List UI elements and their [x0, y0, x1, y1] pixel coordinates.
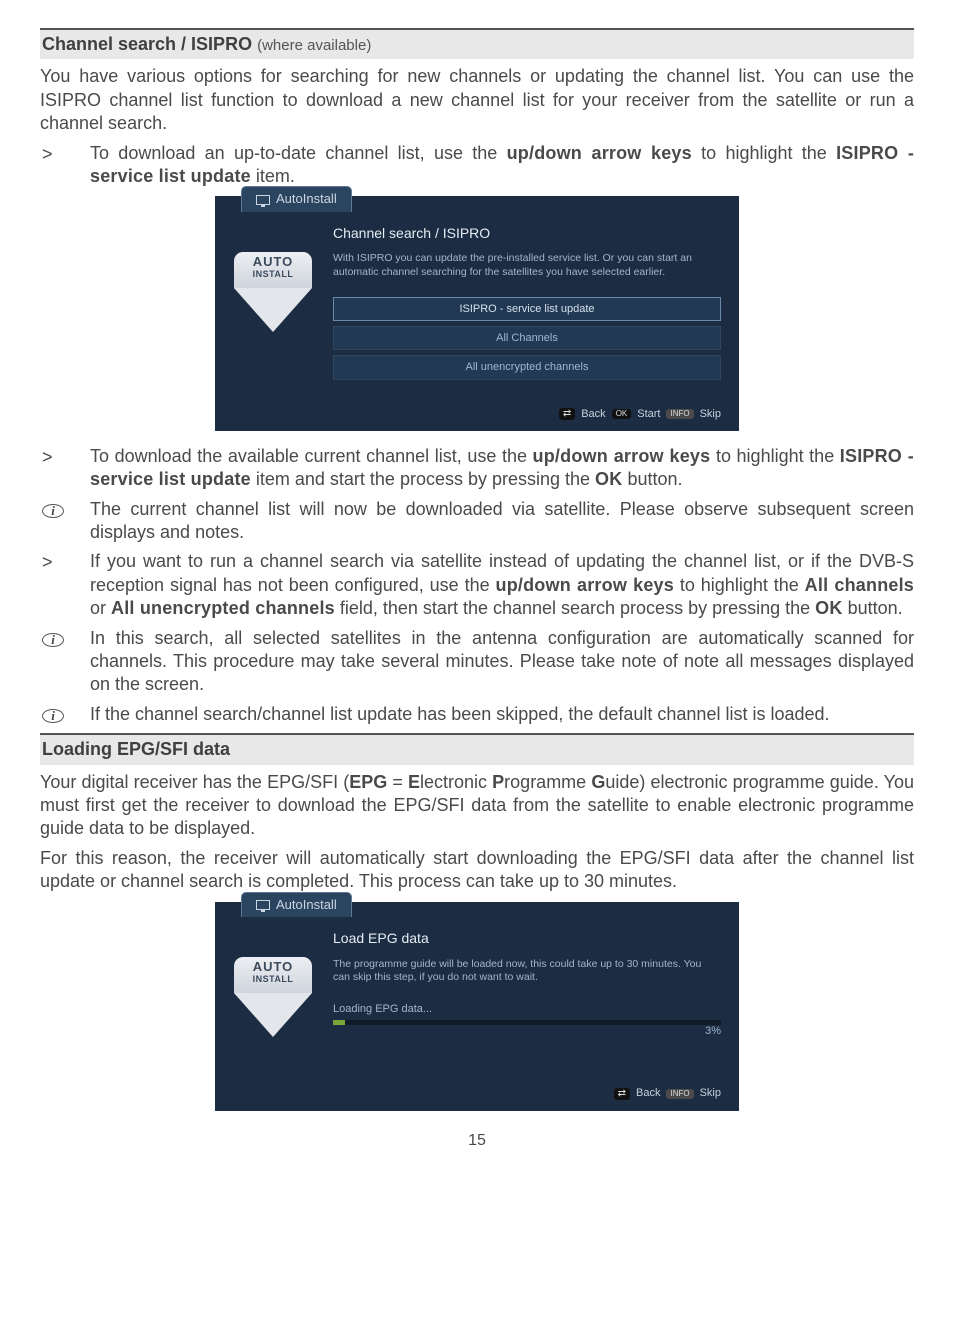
window-tab: AutoInstall: [241, 186, 352, 212]
info-note-3: If the channel search/channel list updat…: [40, 703, 914, 727]
footer-skip[interactable]: Skip: [700, 1086, 721, 1100]
info-chip: INFO: [666, 409, 693, 419]
panel-title: Channel search / ISIPRO: [333, 224, 721, 242]
badge-arrow-icon: [234, 288, 312, 332]
bold-text: All channels: [805, 575, 914, 595]
footer-skip[interactable]: Skip: [700, 407, 721, 421]
footer-back[interactable]: Back: [581, 407, 605, 421]
text: button.: [843, 598, 903, 618]
info-text: In this search, all selected satellites …: [90, 627, 914, 697]
info-text: The current channel list will now be dow…: [90, 498, 914, 545]
bold-text: OK: [815, 598, 842, 618]
epg-paragraph-1: Your digital receiver has the EPG/SFI (E…: [40, 771, 914, 841]
bold-text: P: [492, 772, 504, 792]
badge-line2: INSTALL: [234, 973, 312, 985]
text: to highlight the: [710, 446, 839, 466]
tab-label: AutoInstall: [276, 897, 337, 914]
progress-percent: 3%: [333, 1024, 721, 1038]
panel-description: With ISIPRO you can update the pre-insta…: [333, 252, 721, 278]
bold-text: EPG: [349, 772, 387, 792]
text: item and start the process by pressing t…: [251, 469, 595, 489]
bold-text: E: [408, 772, 420, 792]
section-heading-loading-epg: Loading EPG/SFI data: [40, 733, 914, 764]
info-text: If the channel search/channel list updat…: [90, 703, 914, 727]
intro-paragraph: You have various options for searching f…: [40, 65, 914, 135]
info-icon: [42, 709, 64, 723]
chevron-marker: >: [40, 445, 90, 492]
progress-fill: [333, 1020, 345, 1025]
step-download-available: > To download the available current chan…: [40, 445, 914, 492]
ok-chip: OK: [612, 409, 632, 419]
text: To download the available current channe…: [90, 446, 533, 466]
panel-title: Load EPG data: [333, 929, 721, 947]
bold-text: up/down arrow keys: [496, 575, 674, 595]
chevron-marker: >: [40, 142, 90, 189]
text: Your digital receiver has the EPG/SFI (: [40, 772, 349, 792]
auto-install-badge: AUTO INSTALL: [234, 957, 312, 1064]
tab-label: AutoInstall: [276, 191, 337, 208]
bold-text: up/down arrow keys: [533, 446, 711, 466]
info-icon: [42, 633, 64, 647]
bold-text: OK: [595, 469, 622, 489]
panel-description: The programme guide will be loaded now, …: [333, 958, 721, 984]
option-all-unencrypted[interactable]: All unencrypted channels: [333, 355, 721, 379]
option-isipro-update[interactable]: ISIPRO - service list update: [333, 297, 721, 321]
screenshot-load-epg: AutoInstall AUTO INSTALL Load EPG data T…: [40, 902, 914, 1111]
bold-text: All unencrypted channels: [111, 598, 335, 618]
info-note-2: In this search, all selected satellites …: [40, 627, 914, 697]
text: lectronic: [420, 772, 492, 792]
panel-footer: ⇄ Back INFO Skip: [215, 1082, 739, 1102]
heading-text: Channel search / ISIPRO: [42, 34, 252, 54]
text: or: [90, 598, 111, 618]
screenshot-channel-search: AutoInstall AUTO INSTALL Channel search …: [40, 196, 914, 431]
text: item.: [251, 166, 295, 186]
info-note-1: The current channel list will now be dow…: [40, 498, 914, 545]
info-chip: INFO: [666, 1089, 693, 1099]
option-all-channels[interactable]: All Channels: [333, 326, 721, 350]
section-heading-channel-search: Channel search / ISIPRO (where available…: [40, 28, 914, 59]
auto-install-badge: AUTO INSTALL: [234, 252, 312, 384]
text: button.: [622, 469, 682, 489]
loading-label: Loading EPG data...: [333, 1002, 721, 1016]
badge-line1: AUTO: [234, 255, 312, 268]
back-icon: ⇄: [614, 1088, 630, 1100]
window-tab: AutoInstall: [241, 892, 352, 918]
footer-back[interactable]: Back: [636, 1086, 660, 1100]
info-icon: [42, 504, 64, 518]
badge-line1: AUTO: [234, 960, 312, 973]
text: =: [387, 772, 408, 792]
monitor-icon: [256, 900, 270, 910]
page-number: 15: [40, 1131, 914, 1152]
back-icon: ⇄: [559, 408, 575, 420]
epg-paragraph-2: For this reason, the receiver will autom…: [40, 847, 914, 894]
monitor-icon: [256, 195, 270, 205]
heading-paren: (where available): [257, 37, 371, 54]
bold-text: up/down arrow keys: [507, 143, 692, 163]
badge-line2: INSTALL: [234, 268, 312, 280]
bold-text: G: [591, 772, 605, 792]
text: rogramme: [504, 772, 591, 792]
text: to highlight the: [692, 143, 836, 163]
progress-bar: [333, 1020, 721, 1025]
chevron-marker: >: [40, 550, 90, 620]
step-download-list: > To download an up-to-date channel list…: [40, 142, 914, 189]
text: to highlight the: [674, 575, 805, 595]
text: field, then start the channel search pro…: [335, 598, 815, 618]
step-channel-search: > If you want to run a channel search vi…: [40, 550, 914, 620]
footer-start[interactable]: Start: [637, 407, 660, 421]
panel-footer: ⇄ Back OK Start INFO Skip: [215, 403, 739, 423]
text: To download an up-to-date channel list, …: [90, 143, 507, 163]
badge-arrow-icon: [234, 993, 312, 1037]
